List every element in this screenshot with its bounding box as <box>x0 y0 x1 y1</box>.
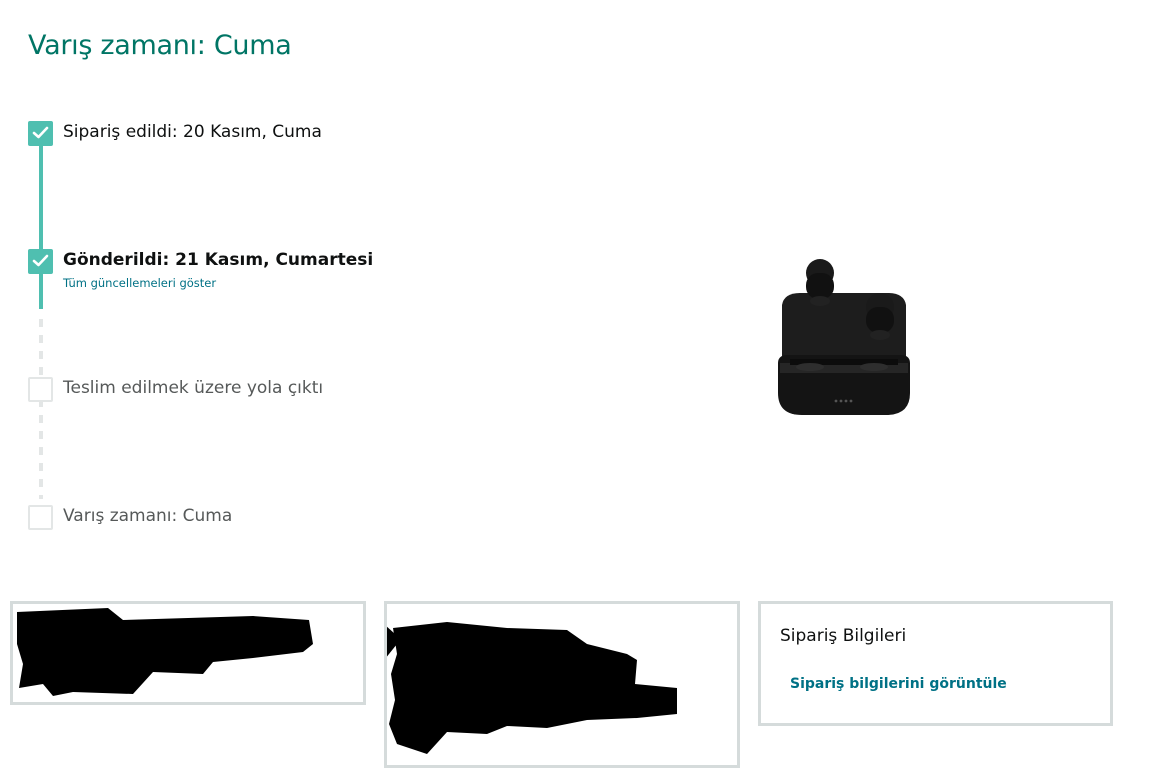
step-label: Sipariş edildi: 20 Kasım, Cuma <box>63 122 322 142</box>
checked-checkbox-icon <box>28 249 53 274</box>
step-label: Teslim edilmek üzere yola çıktı <box>63 378 324 398</box>
redaction-mark <box>17 608 313 696</box>
payment-info-card <box>384 601 740 768</box>
checked-checkbox-icon <box>28 121 53 146</box>
view-order-details-link[interactable]: Sipariş bilgilerini görüntüle <box>790 676 1007 692</box>
shipping-address-card <box>10 601 366 705</box>
card-title: Sipariş Bilgileri <box>780 626 907 646</box>
redaction-mark <box>387 622 677 754</box>
arrival-title: Varış zamanı: Cuma <box>28 30 292 61</box>
empty-checkbox-icon <box>28 377 53 402</box>
step-label: Varış zamanı: Cuma <box>63 506 233 526</box>
progress-line-pending <box>39 319 43 499</box>
shipment-tracker: Sipariş edildi: 20 Kasım, Cuma Gönderild… <box>28 121 628 541</box>
order-info-card: Sipariş Bilgileri Sipariş bilgilerini gö… <box>758 601 1113 726</box>
empty-checkbox-icon <box>28 505 53 530</box>
show-all-updates-link[interactable]: Tüm güncellemeleri göster <box>63 276 216 290</box>
earbuds-icon <box>778 259 910 415</box>
progress-line-completed <box>39 141 43 309</box>
product-image[interactable] <box>770 255 918 420</box>
order-tracking-page: Varış zamanı: Cuma Sipariş edildi: 20 Ka… <box>0 0 1153 782</box>
step-label: Gönderildi: 21 Kasım, Cumartesi <box>63 250 374 270</box>
